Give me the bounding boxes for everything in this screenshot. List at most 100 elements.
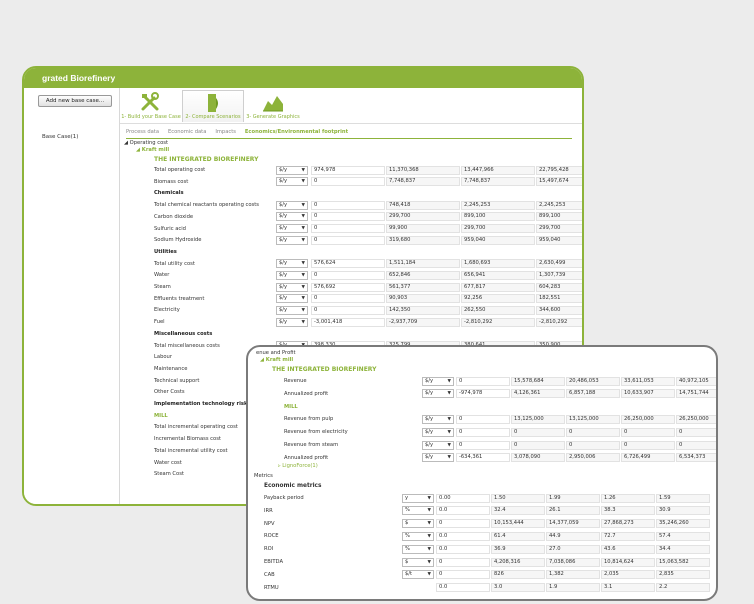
value-cell[interactable]: 0 <box>456 414 510 424</box>
value-cell[interactable]: 959,040 <box>461 235 535 245</box>
unit-select[interactable]: % ▼ <box>402 544 434 554</box>
unit-select[interactable]: $/y ▼ <box>276 259 308 269</box>
value-cell[interactable]: -2,937,709 <box>386 317 460 327</box>
value-cell[interactable]: 3.1 <box>601 583 655 593</box>
unit-select[interactable]: $/y ▼ <box>422 440 454 450</box>
value-cell[interactable]: 2.2 <box>656 583 710 593</box>
value-cell[interactable]: 2,245,253 <box>461 200 535 210</box>
value-cell[interactable]: 0 <box>311 305 385 315</box>
value-cell[interactable]: 748,418 <box>386 200 460 210</box>
value-cell[interactable]: 92,256 <box>461 294 535 304</box>
value-cell[interactable]: 13,125,000 <box>511 414 565 424</box>
value-cell[interactable]: 30.9 <box>656 506 710 516</box>
unit-select[interactable]: $/y ▼ <box>276 165 308 175</box>
value-cell[interactable]: 652,846 <box>386 270 460 280</box>
value-cell[interactable]: 2,835 <box>656 570 710 580</box>
sidebar-item-base-case[interactable]: Base Case(1) <box>42 134 78 140</box>
value-cell[interactable]: -634,361 <box>456 453 510 463</box>
value-cell[interactable]: 26.1 <box>546 506 600 516</box>
value-cell[interactable]: 604,283 <box>536 282 582 292</box>
value-cell[interactable]: 34.4 <box>656 544 710 554</box>
value-cell[interactable]: 15,063,582 <box>656 557 710 567</box>
revenue-section[interactable]: enue and Profit <box>256 350 296 356</box>
value-cell[interactable]: 40,972,105 <box>676 376 716 386</box>
value-cell[interactable]: 2,950,006 <box>566 453 620 463</box>
value-cell[interactable]: 0 <box>311 200 385 210</box>
value-cell[interactable]: 0 <box>436 570 490 580</box>
value-cell[interactable]: 10,633,907 <box>621 389 675 399</box>
unit-select[interactable]: $/y ▼ <box>276 282 308 292</box>
unit-select[interactable]: $ ▼ <box>402 557 434 567</box>
tab-economics-footprint[interactable]: Economics/Environmental footprint <box>245 129 348 135</box>
value-cell[interactable]: 14,377,059 <box>546 519 600 529</box>
unit-select[interactable]: $/y ▼ <box>422 376 454 386</box>
value-cell[interactable]: 33,611,053 <box>621 376 675 386</box>
generate-graphics-button[interactable]: 3- Generate Graphics <box>244 90 302 122</box>
value-cell[interactable]: 0.0 <box>436 506 490 516</box>
value-cell[interactable]: 7,748,837 <box>461 177 535 187</box>
value-cell[interactable]: 0 <box>311 224 385 233</box>
value-cell[interactable]: 7,038,086 <box>546 557 600 567</box>
value-cell[interactable]: 0 <box>621 427 675 437</box>
value-cell[interactable]: 10,153,444 <box>491 519 545 529</box>
compare-scenarios-button[interactable]: 2- Compare Scenarios <box>182 90 244 122</box>
value-cell[interactable]: 899,100 <box>461 212 535 222</box>
value-cell[interactable]: 262,550 <box>461 305 535 315</box>
value-cell[interactable]: 10,814,624 <box>601 557 655 567</box>
value-cell[interactable]: 319,680 <box>386 235 460 245</box>
value-cell[interactable]: 0 <box>456 376 510 386</box>
value-cell[interactable]: 27.0 <box>546 544 600 554</box>
value-cell[interactable]: 13,125,000 <box>566 414 620 424</box>
value-cell[interactable]: 15,497,674 <box>536 177 582 187</box>
value-cell[interactable]: 0 <box>436 519 490 529</box>
value-cell[interactable]: 27,868,273 <box>601 519 655 529</box>
value-cell[interactable]: 6,857,188 <box>566 389 620 399</box>
value-cell[interactable]: 38.3 <box>601 506 655 516</box>
unit-select[interactable]: $/y ▼ <box>276 224 308 233</box>
value-cell[interactable]: 826 <box>491 570 545 580</box>
value-cell[interactable]: 0 <box>436 557 490 567</box>
tab-impacts[interactable]: Impacts <box>215 129 236 135</box>
kraft-mill-node[interactable]: ◢ Kraft mill <box>260 357 293 363</box>
value-cell[interactable]: -2,810,292 <box>536 317 582 327</box>
value-cell[interactable]: 26,250,000 <box>676 414 716 424</box>
value-cell[interactable]: 561,377 <box>386 282 460 292</box>
value-cell[interactable]: 1,382 <box>546 570 600 580</box>
value-cell[interactable]: -2,810,292 <box>461 317 535 327</box>
value-cell[interactable]: 0 <box>566 440 620 450</box>
unit-select[interactable]: $/y ▼ <box>276 177 308 187</box>
unit-select[interactable]: $/y ▼ <box>276 317 308 327</box>
value-cell[interactable]: 0.00 <box>436 493 490 503</box>
value-cell[interactable]: 0.0 <box>436 531 490 541</box>
value-cell[interactable]: 43.6 <box>601 544 655 554</box>
value-cell[interactable]: 61.4 <box>491 531 545 541</box>
value-cell[interactable]: 1.50 <box>491 493 545 503</box>
tab-economic-data[interactable]: Economic data <box>168 129 206 135</box>
unit-select[interactable]: y ▼ <box>402 493 434 503</box>
operating-cost-section[interactable]: ◢ Operating cost <box>124 140 168 146</box>
value-cell[interactable]: 0 <box>511 440 565 450</box>
value-cell[interactable]: 15,578,684 <box>511 376 565 386</box>
value-cell[interactable]: 1.9 <box>546 583 600 593</box>
unit-select[interactable]: $/y ▼ <box>276 305 308 315</box>
value-cell[interactable]: 6,726,499 <box>621 453 675 463</box>
value-cell[interactable]: 36.9 <box>491 544 545 554</box>
value-cell[interactable]: 0 <box>311 212 385 222</box>
value-cell[interactable]: 6,534,373 <box>676 453 716 463</box>
value-cell[interactable]: 0 <box>676 427 716 437</box>
value-cell[interactable]: 899,100 <box>536 212 582 222</box>
value-cell[interactable]: 576,692 <box>311 282 385 292</box>
unit-select[interactable]: $/y ▼ <box>422 414 454 424</box>
kraft-mill-node[interactable]: ◢ Kraft mill <box>136 147 169 153</box>
unit-select[interactable] <box>402 583 434 592</box>
value-cell[interactable]: 959,040 <box>536 235 582 245</box>
value-cell[interactable]: 90,903 <box>386 294 460 304</box>
value-cell[interactable]: 7,748,837 <box>386 177 460 187</box>
value-cell[interactable]: 299,700 <box>461 224 535 233</box>
value-cell[interactable]: -3,001,418 <box>311 317 385 327</box>
unit-select[interactable]: $/y ▼ <box>422 453 454 463</box>
value-cell[interactable]: 11,370,368 <box>386 165 460 175</box>
value-cell[interactable]: 0.0 <box>436 544 490 554</box>
unit-select[interactable]: $/t ▼ <box>402 570 434 580</box>
value-cell[interactable]: 3,078,090 <box>511 453 565 463</box>
